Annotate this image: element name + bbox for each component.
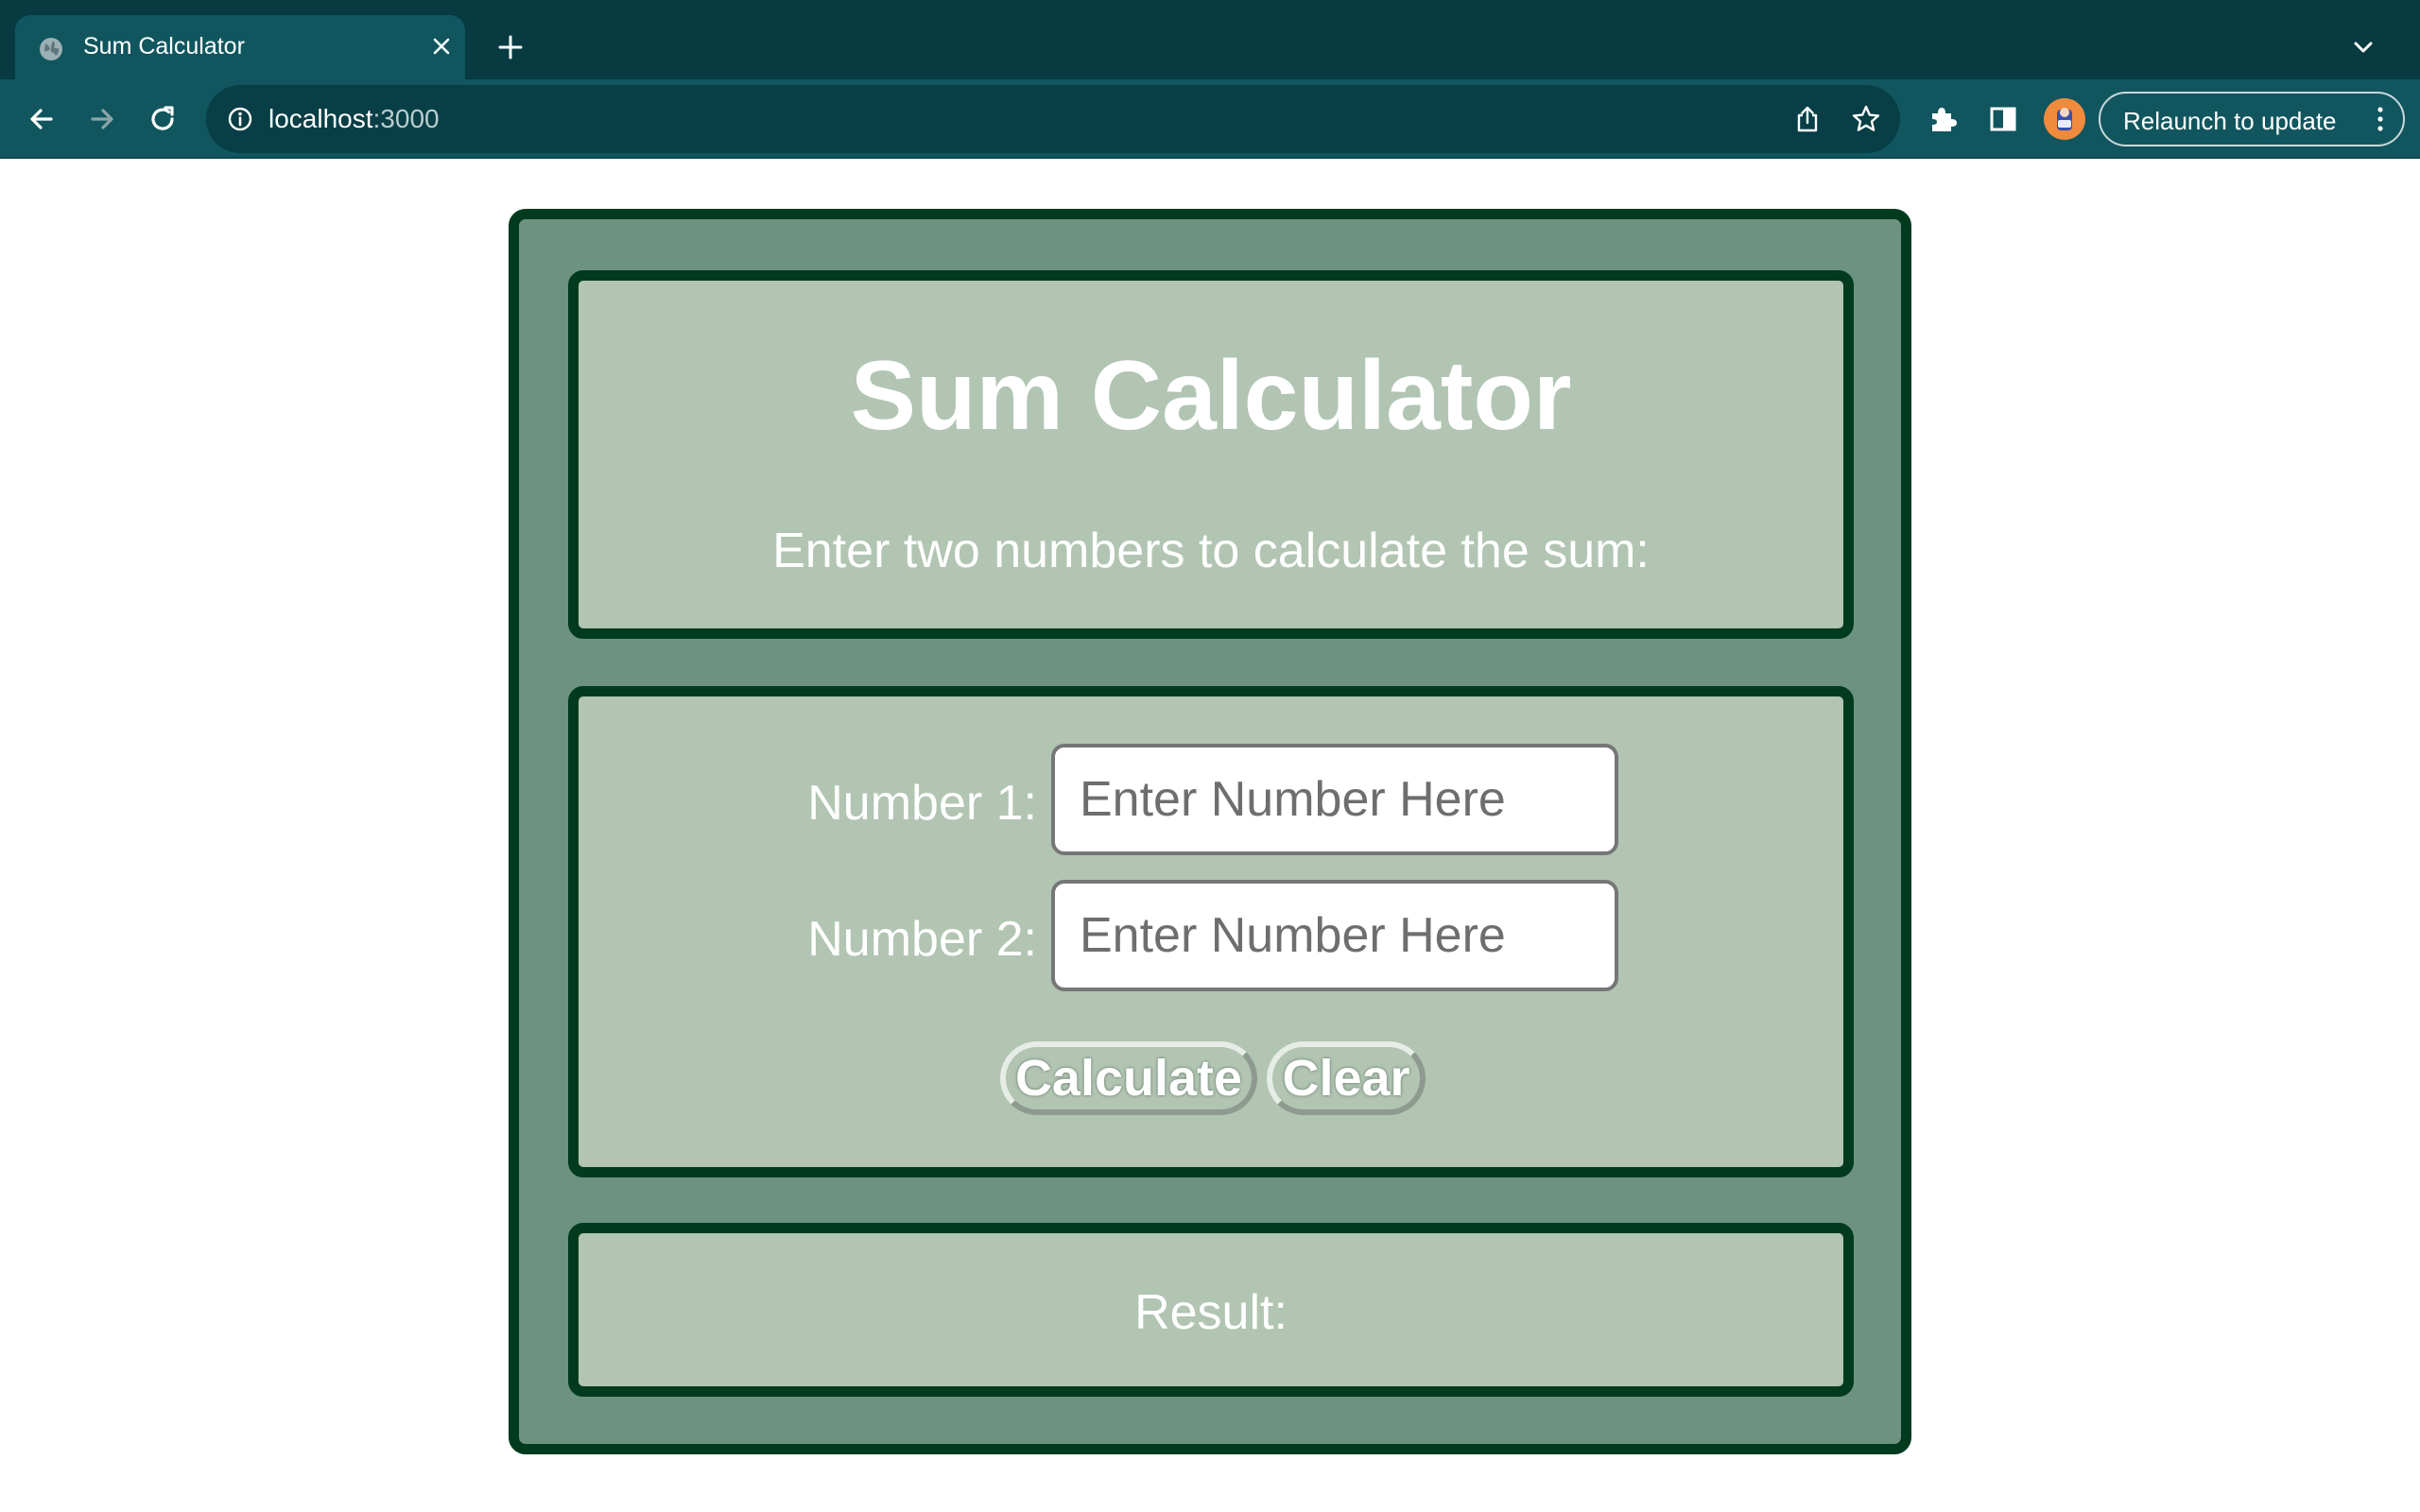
side-panel-icon[interactable]: [1982, 98, 2024, 140]
chevron-down-icon[interactable]: [2342, 28, 2384, 66]
address-bar[interactable]: localhost:3000: [206, 85, 1900, 153]
browser-tab[interactable]: Sum Calculator: [15, 15, 465, 79]
page-title: Sum Calculator: [850, 341, 1572, 451]
tab-strip: Sum Calculator: [0, 0, 2420, 79]
reload-icon[interactable]: [142, 98, 183, 140]
calculate-button[interactable]: Calculate: [1000, 1041, 1257, 1115]
close-icon[interactable]: [425, 30, 458, 62]
star-icon[interactable]: [1847, 100, 1885, 138]
clear-button[interactable]: Clear: [1267, 1041, 1426, 1115]
number-2-label: Number 2:: [807, 912, 1037, 967]
number-1-label: Number 1:: [807, 776, 1037, 831]
input-form-panel: Number 1: Number 2: Calculate Clear: [568, 686, 1854, 1177]
url-port: :3000: [372, 104, 440, 133]
url-host: localhost: [268, 104, 373, 133]
result-panel: Result:: [568, 1223, 1854, 1397]
plus-icon[interactable]: [492, 28, 529, 66]
back-arrow-icon[interactable]: [21, 98, 62, 140]
kebab-menu-icon[interactable]: [2371, 105, 2390, 133]
relaunch-to-update-button[interactable]: Relaunch to update: [2099, 92, 2405, 146]
number-2-input[interactable]: [1051, 880, 1618, 991]
share-icon[interactable]: [1789, 100, 1826, 138]
tab-title: Sum Calculator: [83, 33, 245, 60]
relaunch-label: Relaunch to update: [2123, 107, 2337, 135]
url-text[interactable]: localhost:3000: [268, 104, 440, 134]
forward-arrow-icon[interactable]: [81, 98, 123, 140]
result-label: Result:: [1134, 1285, 1288, 1340]
avatar[interactable]: [2044, 98, 2085, 140]
globe-icon: [40, 38, 62, 60]
page-subtitle: Enter two numbers to calculate the sum:: [772, 524, 1650, 578]
puzzle-icon[interactable]: [1923, 98, 1964, 140]
number-1-input[interactable]: [1051, 744, 1618, 855]
header-panel: Sum Calculator Enter two numbers to calc…: [568, 270, 1854, 639]
info-icon[interactable]: [227, 106, 253, 132]
calculator-card: Sum Calculator Enter two numbers to calc…: [509, 209, 1911, 1454]
